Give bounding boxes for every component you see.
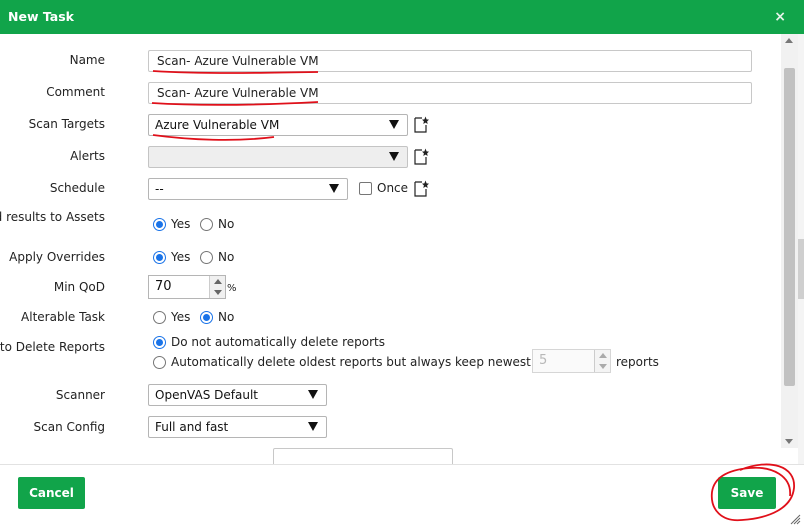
content-scrollbar[interactable] [781,34,798,448]
alerts-select[interactable] [148,146,408,168]
schedule-value: -- [155,182,164,196]
once-label: Once [377,181,409,195]
schedule-select[interactable]: -- [148,178,348,200]
dropdown-arrow-icon [308,390,318,399]
alterable-yes-radio[interactable] [153,311,166,324]
keep-reports-spinner[interactable]: 5 [532,349,611,373]
alterable-no-label: No [218,310,235,324]
cancel-button[interactable]: Cancel [18,477,85,509]
background-scroll-thumb [798,239,804,299]
apply-overrides-label: Apply Overrides [9,250,105,264]
add-results-yes-label: Yes [171,217,191,231]
dialog-title-bar: New Task × [0,0,804,34]
save-button[interactable]: Save [718,477,776,509]
auto-delete-label: Auto Delete Reports [0,340,105,354]
name-label: Name [69,53,105,67]
scan-targets-label: Scan Targets [28,117,105,131]
auto-delete-yes-radio[interactable] [153,356,166,369]
close-icon[interactable]: × [774,9,786,25]
scroll-up-icon[interactable] [785,38,793,43]
comment-input[interactable]: Scan- Azure Vulnerable VM [148,82,752,104]
background-page-strip [798,34,804,464]
apply-overrides-yes-label: Yes [171,250,191,264]
scroll-down-icon[interactable] [785,439,793,444]
auto-delete-no-label: Do not automatically delete reports [171,335,386,349]
spinner-up-icon [214,279,222,284]
min-qod-label: Min QoD [53,280,105,294]
scan-config-label: Scan Config [33,420,106,434]
scan-config-select[interactable]: Full and fast [148,416,327,438]
dropdown-arrow-icon [308,422,318,431]
auto-delete-no-radio[interactable] [153,336,166,349]
add-results-no-label: No [218,217,235,231]
dialog-title: New Task [8,9,74,24]
dropdown-arrow-icon [329,184,339,193]
name-input[interactable]: Scan- Azure Vulnerable VM [148,50,752,72]
alterable-task-label: Alterable Task [21,310,105,324]
keep-reports-unit: reports [616,355,659,369]
scanner-select[interactable]: OpenVAS Default [148,384,327,406]
scanner-label: Scanner [55,388,105,402]
scrollbar-thumb[interactable] [784,68,795,386]
add-results-label: Add results to Assets [0,210,105,224]
dropdown-arrow-icon [389,120,399,129]
min-qod-spinner[interactable]: 70 [148,275,226,299]
schedule-label: Schedule [49,181,105,195]
apply-overrides-yes-radio[interactable] [153,251,166,264]
resize-grip-icon[interactable] [789,513,801,525]
scan-targets-value: Azure Vulnerable VM [155,118,280,132]
min-qod-value: 70 [155,279,172,294]
new-schedule-icon[interactable] [413,180,429,198]
spinner-down-icon [214,290,222,295]
new-alert-icon[interactable] [413,148,429,166]
new-target-icon[interactable] [413,116,429,134]
alterable-no-radio[interactable] [200,311,213,324]
min-qod-unit: % [227,283,237,294]
apply-overrides-no-radio[interactable] [200,251,213,264]
scan-config-value: Full and fast [155,420,229,434]
auto-delete-yes-label: Automatically delete oldest reports but … [171,355,531,369]
alterable-yes-label: Yes [171,310,191,324]
dropdown-arrow-icon [389,152,399,161]
spinner-buttons[interactable] [209,276,225,298]
spinner-up-icon [599,353,607,358]
scan-targets-select[interactable]: Azure Vulnerable VM [148,114,408,136]
next-field-partial[interactable] [273,448,453,464]
dialog-content: Name Scan- Azure Vulnerable VM Comment S… [0,34,781,464]
add-results-no-radio[interactable] [200,218,213,231]
apply-overrides-no-label: No [218,250,235,264]
comment-label: Comment [46,85,105,99]
spinner-buttons[interactable] [594,350,610,372]
add-results-yes-radio[interactable] [153,218,166,231]
dialog-footer: Cancel Save [0,464,804,526]
scanner-value: OpenVAS Default [155,388,258,402]
spinner-down-icon [599,364,607,369]
once-checkbox[interactable] [359,182,372,195]
alerts-label: Alerts [70,149,105,163]
keep-reports-value: 5 [539,353,548,368]
